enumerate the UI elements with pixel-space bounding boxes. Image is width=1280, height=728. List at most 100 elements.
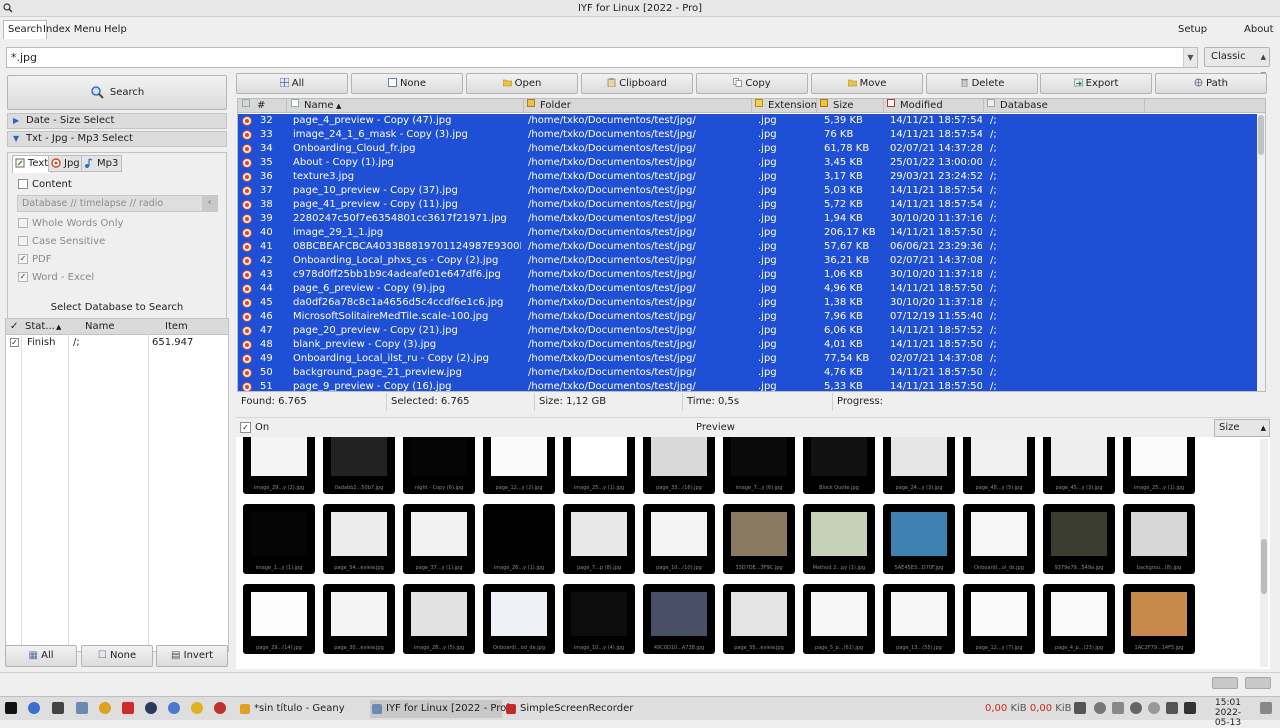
search-mode-select[interactable]: Classic ▲▼ bbox=[1204, 47, 1270, 79]
word-excel-checkbox[interactable]: ✓ Word - Excel bbox=[18, 271, 94, 284]
table-row[interactable]: 48 blank_preview - Copy (3).jpg/home/txko… bbox=[238, 338, 1265, 352]
table-row[interactable]: 45 da0df26a78c8c1a4656d5c4ccdf6e1c6.jpg/h… bbox=[238, 296, 1265, 310]
menu-help[interactable]: Help bbox=[99, 20, 132, 39]
select-none-button[interactable]: ☐ None bbox=[81, 645, 153, 667]
thumbnail[interactable]: page_29...(14).jpg bbox=[243, 584, 315, 654]
thumbnail[interactable]: page_5_p...(61).jpg bbox=[803, 584, 875, 654]
media-icon[interactable] bbox=[99, 702, 111, 714]
clipboard-button[interactable]: Clipboard bbox=[581, 73, 693, 94]
thumbnail[interactable]: page_37...y (1).jpg bbox=[403, 504, 475, 574]
content-checkbox[interactable]: Content bbox=[18, 178, 72, 191]
select-all-results-button[interactable]: All bbox=[236, 73, 348, 94]
col-database[interactable]: Database bbox=[1000, 99, 1048, 113]
thumbnail[interactable]: image_10...y (4).jpg bbox=[563, 584, 635, 654]
col-extension[interactable]: Extension bbox=[768, 99, 817, 113]
select-all-checkmark-icon[interactable]: ✓ bbox=[10, 320, 18, 334]
results-grid[interactable]: # Name ▲ Folder Extension Size Modified … bbox=[237, 98, 1266, 392]
thumbnail[interactable]: Onboardi...od_de.jpg bbox=[483, 584, 555, 654]
table-row[interactable]: 46 MicrosoftSolitaireMedTile.scale-100.jp… bbox=[238, 310, 1265, 324]
txt-jpg-mp3-section[interactable]: ▼ Txt - Jpg - Mp3 Select bbox=[7, 131, 227, 147]
table-row[interactable]: 43 c978d0ff25bb1b9c4adeafe01e647df6.jpg/h… bbox=[238, 268, 1265, 282]
status-panel-button[interactable] bbox=[1245, 677, 1271, 689]
table-row[interactable]: 37 page_10_preview - Copy (37).jpg/home/t… bbox=[238, 184, 1265, 198]
thumbnail[interactable]: image_7...y (6).jpg bbox=[723, 437, 795, 494]
path-button[interactable]: Path bbox=[1155, 73, 1267, 94]
thumbnail[interactable]: image_1...y (1).jpg bbox=[243, 504, 315, 574]
pdf-checkbox[interactable]: ✓ PDF bbox=[18, 253, 51, 266]
thumbnail[interactable]: 5AE45E3...D70F.jpg bbox=[883, 504, 955, 574]
table-row[interactable]: 47 page_20_preview - Copy (21).jpg/home/t… bbox=[238, 324, 1265, 338]
col-name[interactable]: Name bbox=[304, 99, 334, 113]
show-desktop-icon[interactable] bbox=[1260, 702, 1272, 714]
invert-button[interactable]: ▤ Invert bbox=[156, 645, 228, 667]
thumbnail[interactable]: page_4_p...(23).jpg bbox=[1043, 584, 1115, 654]
menu-index-menu[interactable]: Index Menu bbox=[38, 20, 106, 39]
thumbnail[interactable]: page_12...y (7).jpg bbox=[963, 584, 1035, 654]
col-size[interactable]: Size bbox=[833, 99, 854, 113]
display-icon[interactable] bbox=[1112, 702, 1124, 714]
table-row[interactable]: 34 Onboarding_Cloud_fr.jpg/home/txko/Docu… bbox=[238, 142, 1265, 156]
clipboard-tray-icon[interactable] bbox=[1130, 702, 1142, 714]
volume-icon[interactable] bbox=[1074, 702, 1086, 714]
table-row[interactable]: 44 page_6_preview - Copy (9).jpg/home/txk… bbox=[238, 282, 1265, 296]
thumbnail[interactable]: page_30...eview.jpg bbox=[323, 584, 395, 654]
thumbnail[interactable]: night - Copy (6).jpg bbox=[403, 437, 475, 494]
thumbnail[interactable]: page_55...eview.jpg bbox=[723, 584, 795, 654]
thumbnail[interactable]: page_24...y (3).jpg bbox=[883, 437, 955, 494]
preview-scrollbar[interactable] bbox=[1260, 439, 1268, 667]
col-modified[interactable]: Modified bbox=[900, 99, 943, 113]
archive-icon[interactable] bbox=[191, 702, 203, 714]
col-folder[interactable]: Folder bbox=[540, 99, 571, 113]
thumbnail[interactable]: image_26...y (1).jpg bbox=[483, 504, 555, 574]
thumbnail[interactable]: 9379e79...549a.jpg bbox=[1043, 504, 1115, 574]
thumbnail[interactable]: image_29...y (2).jpg bbox=[243, 437, 315, 494]
dropdown-button-icon[interactable]: ‹ bbox=[202, 196, 217, 211]
tab-text[interactable]: Text bbox=[12, 155, 53, 173]
table-row[interactable]: 49 Onboarding_Local_ilst_ru - Copy (2).jp… bbox=[238, 352, 1265, 366]
keyboard-icon[interactable] bbox=[1184, 702, 1196, 714]
browser-icon[interactable] bbox=[28, 702, 40, 714]
thumbnail[interactable]: image_25...y (1).jpg bbox=[563, 437, 635, 494]
table-row[interactable]: 36 texture3.jpg/home/txko/Documentos/test… bbox=[238, 170, 1265, 184]
whole-words-checkbox[interactable]: Whole Words Only bbox=[18, 217, 123, 230]
clock[interactable]: 15:01 2022-05-13 bbox=[1208, 698, 1248, 728]
preview-sort-select[interactable]: Size ▲▼ bbox=[1214, 419, 1270, 448]
search-history-dropdown[interactable]: ▼ bbox=[1183, 48, 1197, 67]
task-simplescreenrecorder[interactable]: SimpleScreenRecorder bbox=[504, 700, 634, 718]
menu-about[interactable]: About bbox=[1239, 20, 1279, 39]
thumbnail[interactable]: 1AC2F79...14F5.jpg bbox=[1123, 584, 1195, 654]
copy-button[interactable]: Copy bbox=[696, 73, 808, 94]
thumbnail[interactable]: page_48...y (5).jpg bbox=[963, 437, 1035, 494]
case-sensitive-checkbox[interactable]: Case Sensitive bbox=[18, 235, 105, 248]
terminal-icon[interactable] bbox=[52, 702, 64, 714]
col-item[interactable]: Item bbox=[165, 320, 188, 334]
files-icon[interactable] bbox=[76, 702, 88, 714]
move-button[interactable]: Move bbox=[811, 73, 923, 94]
delete-button[interactable]: Delete bbox=[926, 73, 1038, 94]
thumbnail[interactable]: page_7...p (8).jpg bbox=[563, 504, 635, 574]
select-all-button[interactable]: ▦ All bbox=[5, 645, 77, 667]
tab-mp3[interactable]: Mp3 bbox=[81, 155, 123, 172]
thumbnail[interactable]: image_28...y (5).jpg bbox=[403, 584, 475, 654]
scrollbar-thumb[interactable] bbox=[1261, 539, 1267, 594]
col-number[interactable]: # bbox=[257, 99, 265, 113]
thumbnail[interactable]: page_13...(55).jpg bbox=[883, 584, 955, 654]
thumbnail[interactable]: image_25...y (1).jpg bbox=[1123, 437, 1195, 494]
table-row[interactable]: 42 Onboarding_Local_phxs_cs - Copy (2).jp… bbox=[238, 254, 1265, 268]
thumbnail[interactable]: page_45...y (3).jpg bbox=[1043, 437, 1115, 494]
search-input[interactable]: *.jpg ▼ bbox=[6, 47, 1198, 68]
col-name[interactable]: Name bbox=[85, 320, 115, 334]
table-row[interactable]: 40 image_29_1_1.jpg/home/txko/Documentos/… bbox=[238, 226, 1265, 240]
settings-icon[interactable] bbox=[145, 702, 157, 714]
col-status[interactable]: Stat... bbox=[25, 320, 55, 334]
table-row[interactable]: 35 About - Copy (1).jpg/home/txko/Documen… bbox=[238, 156, 1265, 170]
table-row[interactable]: 33 image_24_1_6_mask - Copy (3).jpg/home/… bbox=[238, 128, 1265, 142]
thumbnail[interactable]: Block Quote.jpg bbox=[803, 437, 875, 494]
table-row[interactable]: 38 page_41_preview - Copy (11).jpg/home/t… bbox=[238, 198, 1265, 212]
thumbnail[interactable]: page_12...y (2).jpg bbox=[483, 437, 555, 494]
results-scrollbar[interactable] bbox=[1257, 113, 1265, 391]
thumbnail[interactable]: 0adabb2...50b7.jpg bbox=[323, 437, 395, 494]
thumbnail[interactable]: page_33...(16).jpg bbox=[643, 437, 715, 494]
thumbnail[interactable]: backgrou...(8).jpg bbox=[1123, 504, 1195, 574]
preview-on-checkbox[interactable]: ✓ On bbox=[240, 421, 269, 434]
